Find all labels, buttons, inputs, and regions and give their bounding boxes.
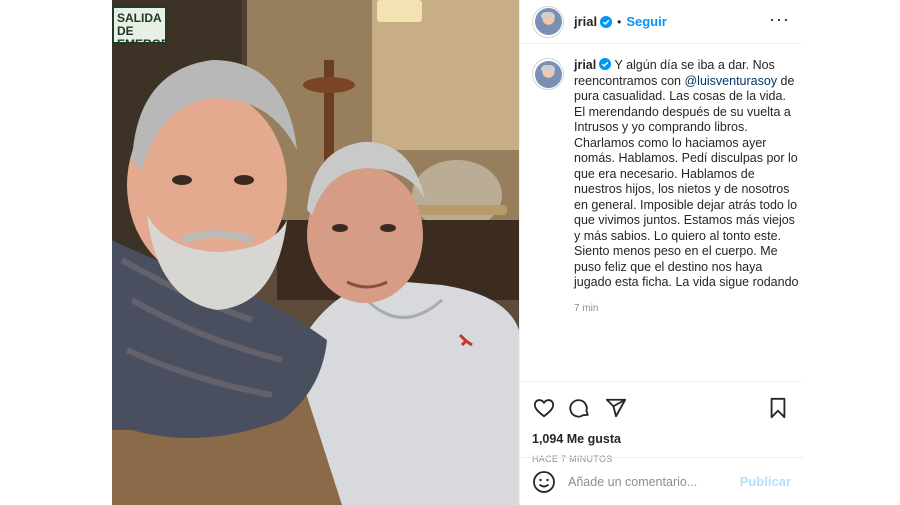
- caption-text: jrial Y algún día se iba a dar. Nos reen…: [574, 58, 800, 291]
- comment-row: Publicar: [520, 457, 803, 505]
- avatar[interactable]: [532, 5, 564, 38]
- author-username[interactable]: jrial: [574, 14, 597, 29]
- action-icons-row: [532, 390, 790, 426]
- caption-time[interactable]: 7 min: [574, 303, 800, 314]
- caption-avatar[interactable]: [532, 58, 564, 90]
- heart-icon[interactable]: [532, 396, 556, 420]
- post-photo[interactable]: SALIDA DE EMERGENCIA: [112, 0, 519, 505]
- caption-verified-icon: [599, 58, 612, 70]
- publish-button[interactable]: Publicar: [740, 474, 791, 489]
- more-options-icon[interactable]: ···: [769, 10, 790, 30]
- caption-section: jrial Y algún día se iba a dar. Nos reen…: [520, 44, 802, 381]
- share-icon[interactable]: [604, 396, 628, 420]
- follow-button[interactable]: Seguir: [626, 14, 666, 29]
- comment-input[interactable]: [568, 474, 740, 489]
- bookmark-icon[interactable]: [766, 396, 790, 420]
- caption-body: jrial Y algún día se iba a dar. Nos reen…: [574, 58, 800, 381]
- verified-badge-icon: [600, 15, 613, 28]
- caption-username[interactable]: jrial: [574, 58, 596, 72]
- instagram-post: SALIDA DE EMERGENCIA jrial • Seguir ··· …: [112, 0, 803, 505]
- emoji-icon[interactable]: [532, 470, 556, 494]
- post-side-panel: jrial • Seguir ··· jrial Y algún día se …: [519, 0, 803, 505]
- header-separator: •: [617, 14, 622, 29]
- selfie-illustration: [112, 0, 519, 505]
- caption-mention-link[interactable]: @luisventurasoy: [684, 74, 777, 88]
- comment-icon[interactable]: [568, 396, 592, 420]
- emergency-exit-sign: SALIDA DE EMERGENCIA: [112, 6, 167, 44]
- post-header: jrial • Seguir ···: [520, 0, 802, 44]
- caption-text-part-2: de pura casualidad. Las cosas de la vida…: [574, 73, 799, 290]
- likes-count[interactable]: 1,094 Me gusta: [532, 432, 790, 446]
